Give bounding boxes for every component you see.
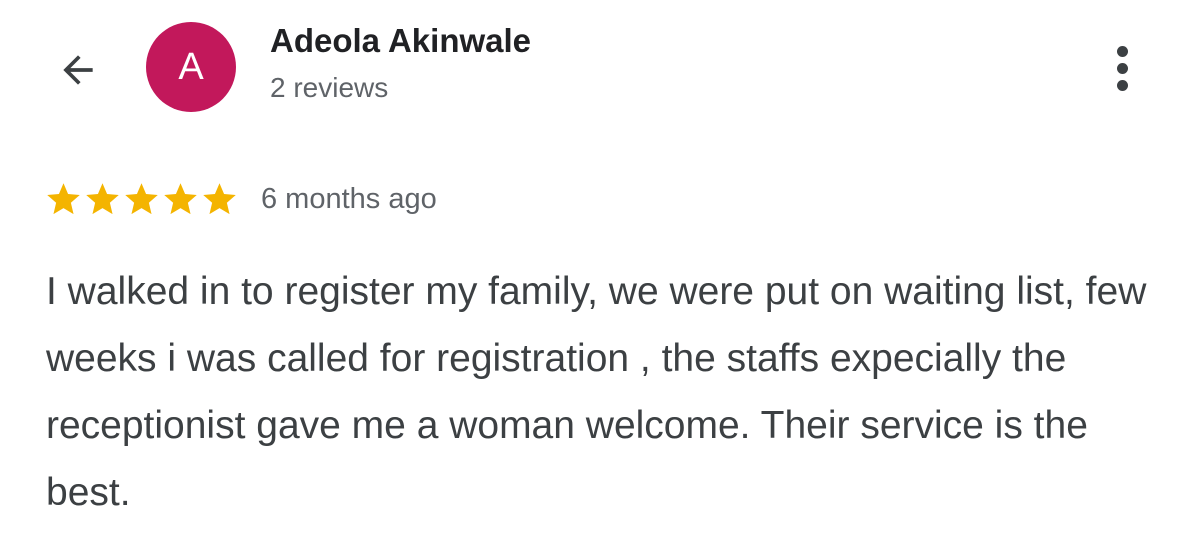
- more-options-button[interactable]: [1100, 40, 1144, 96]
- more-vert-icon-dot: [1116, 62, 1128, 74]
- review-time: 6 months ago: [261, 182, 437, 215]
- review-count: 2 reviews: [270, 72, 389, 103]
- star-icon: [86, 182, 119, 214]
- review-text: I walked in to register my family, we we…: [46, 270, 1147, 514]
- avatar-letter: A: [178, 45, 204, 88]
- star-icon: [203, 182, 236, 214]
- star-icon: [164, 182, 197, 214]
- star-icon: [125, 182, 158, 214]
- author-name[interactable]: Adeola Akinwale: [270, 22, 531, 60]
- star-icon: [47, 182, 80, 214]
- more-vert-icon: [1116, 45, 1128, 57]
- star-rating: [44, 180, 239, 219]
- rating-row: 6 months ago: [44, 176, 437, 222]
- arrow-left-icon: [63, 55, 93, 85]
- more-vert-icon-dot: [1116, 79, 1128, 91]
- avatar[interactable]: A: [146, 22, 236, 112]
- back-button[interactable]: [50, 42, 106, 98]
